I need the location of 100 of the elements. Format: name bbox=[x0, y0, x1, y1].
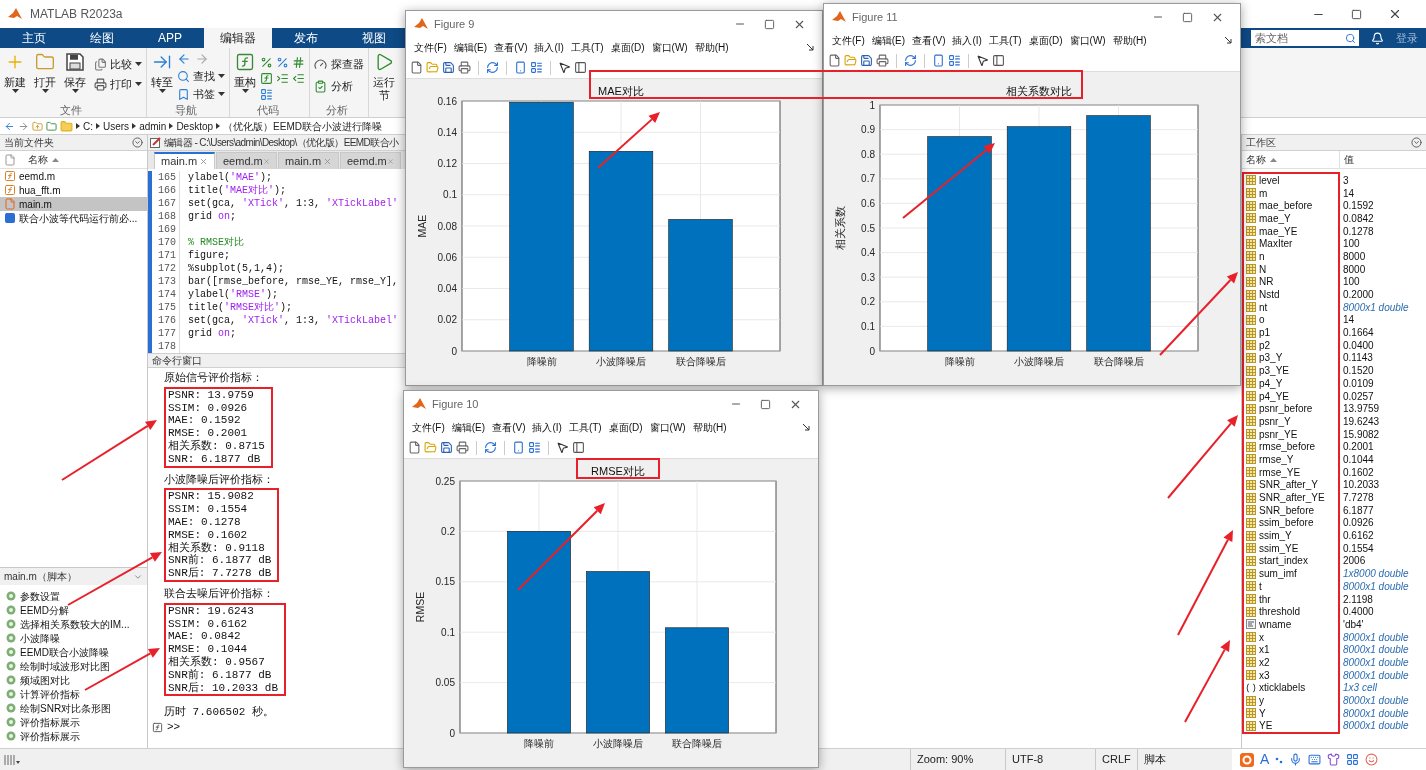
print-icon[interactable] bbox=[876, 54, 889, 67]
save-icon[interactable] bbox=[442, 61, 455, 74]
column-header[interactable]: 名称 bbox=[1242, 151, 1340, 168]
grip-icon[interactable] bbox=[4, 754, 20, 765]
section-item[interactable]: 评价指标展示 bbox=[0, 715, 147, 729]
section-item[interactable]: 评价指标展示 bbox=[0, 729, 147, 743]
editor-tab[interactable]: eemd.m bbox=[340, 152, 401, 169]
menu-item[interactable]: 查看(V) bbox=[494, 39, 528, 55]
column-header[interactable]: 值 bbox=[1340, 151, 1426, 168]
save-icon[interactable] bbox=[440, 441, 453, 454]
panel-menu-icon[interactable] bbox=[132, 137, 143, 148]
section-item[interactable]: 选择相关系数较大的IM... bbox=[0, 617, 147, 631]
browse-folder-icon[interactable] bbox=[46, 120, 57, 132]
microphone-icon[interactable] bbox=[1289, 753, 1303, 766]
variable-name[interactable]: x bbox=[1259, 629, 1264, 645]
variable-name[interactable]: xticklabels bbox=[1259, 680, 1306, 696]
section-item[interactable]: 参数设置 bbox=[0, 589, 147, 603]
path-segment[interactable]: Desktop bbox=[176, 118, 214, 134]
print-icon[interactable] bbox=[456, 441, 469, 454]
variable-name[interactable]: start_index bbox=[1259, 553, 1308, 569]
ribbon-button[interactable]: 比较 bbox=[94, 56, 142, 72]
menu-item[interactable]: 帮助(H) bbox=[1112, 32, 1147, 48]
path-segment[interactable]: C: bbox=[83, 118, 93, 134]
variable-name[interactable]: rmse_YE bbox=[1259, 464, 1301, 480]
variable-name[interactable]: level bbox=[1259, 172, 1280, 188]
section-item[interactable]: 小波降噪 bbox=[0, 631, 147, 645]
pointer-icon[interactable] bbox=[556, 441, 569, 454]
variable-name[interactable]: o bbox=[1259, 312, 1265, 328]
menu-item[interactable]: 工具(T) bbox=[988, 32, 1022, 48]
close-icon[interactable] bbox=[1388, 7, 1402, 21]
dock-arrow-icon[interactable] bbox=[803, 423, 810, 431]
shirt-icon[interactable] bbox=[1327, 753, 1341, 766]
new-file-icon[interactable] bbox=[410, 61, 423, 74]
variable-name[interactable]: NR bbox=[1259, 274, 1274, 290]
ribbon-tab[interactable]: 视图 bbox=[340, 28, 408, 48]
ribbon-button[interactable]: 打开 bbox=[30, 48, 60, 102]
ribbon-button[interactable]: 书签 bbox=[177, 86, 225, 102]
menu-item[interactable]: 帮助(H) bbox=[692, 419, 727, 435]
variable-name[interactable]: t bbox=[1259, 578, 1262, 594]
menu-item[interactable]: 桌面(D) bbox=[610, 39, 645, 55]
menu-item[interactable]: 窗口(W) bbox=[1069, 32, 1106, 48]
panel-icon[interactable] bbox=[572, 441, 585, 454]
ribbon-tab[interactable]: 绘图 bbox=[68, 28, 136, 48]
variable-name[interactable]: N bbox=[1259, 261, 1267, 277]
menu-item[interactable]: 文件(F) bbox=[414, 39, 447, 55]
menu-item[interactable]: 查看(V) bbox=[492, 419, 526, 435]
outdent-icon[interactable] bbox=[292, 72, 305, 85]
ribbon-button[interactable]: 保存 bbox=[60, 48, 90, 102]
menu-item[interactable]: 插入(I) bbox=[532, 419, 562, 435]
ribbon-tab[interactable]: 主页 bbox=[0, 28, 68, 48]
variable-name[interactable]: x3 bbox=[1259, 667, 1270, 683]
ribbon-button[interactable]: 探查器 bbox=[314, 56, 364, 72]
legend-icon[interactable] bbox=[948, 54, 961, 67]
ime-logo-icon[interactable] bbox=[1240, 752, 1254, 767]
variable-name[interactable]: m bbox=[1259, 185, 1268, 201]
editor-tab[interactable]: main.m bbox=[154, 152, 215, 169]
back-arrow-icon[interactable] bbox=[177, 52, 191, 66]
section-item[interactable]: EEMD分解 bbox=[0, 603, 147, 617]
search-button[interactable] bbox=[1341, 30, 1359, 46]
panel-icon[interactable] bbox=[574, 61, 587, 74]
ime-mode[interactable]: A bbox=[1260, 749, 1270, 770]
menu-item[interactable]: 插入(I) bbox=[952, 32, 982, 48]
maximize-icon[interactable] bbox=[764, 18, 775, 30]
keyboard-icon[interactable] bbox=[1308, 753, 1322, 766]
path-segment[interactable]: （优化版）EEMD联合小波进行降噪 bbox=[223, 118, 382, 134]
section-item[interactable]: 绘制SNR对比条形图 bbox=[0, 701, 147, 715]
menu-item[interactable]: 桌面(D) bbox=[608, 419, 643, 435]
grid-menu-icon[interactable] bbox=[1346, 753, 1360, 766]
function-browser-icon[interactable] bbox=[152, 722, 163, 733]
new-file-icon[interactable] bbox=[408, 441, 421, 454]
new-file-icon[interactable] bbox=[828, 54, 841, 67]
forward-arrow-icon[interactable] bbox=[18, 120, 29, 132]
menu-item[interactable]: 窗口(W) bbox=[651, 39, 688, 55]
variable-name[interactable]: ssim_before bbox=[1259, 515, 1314, 531]
column-header[interactable]: 名称 bbox=[20, 152, 59, 167]
maximize-icon[interactable] bbox=[1351, 8, 1362, 20]
maximize-icon[interactable] bbox=[1182, 11, 1193, 23]
legend-icon[interactable] bbox=[530, 61, 543, 74]
ribbon-tab[interactable]: APP bbox=[136, 28, 204, 48]
menu-item[interactable]: 文件(F) bbox=[412, 419, 445, 435]
menu-item[interactable]: 工具(T) bbox=[570, 39, 604, 55]
menu-item[interactable]: 窗口(W) bbox=[649, 419, 686, 435]
menu-item[interactable]: 帮助(H) bbox=[694, 39, 729, 55]
ribbon-button[interactable]: 打印 bbox=[94, 76, 142, 92]
variable-name[interactable]: mae_YE bbox=[1259, 223, 1298, 239]
section-item[interactable]: 绘制时域波形对比图 bbox=[0, 659, 147, 673]
ribbon-tab[interactable]: 编辑器 bbox=[204, 28, 272, 48]
panel-icon[interactable] bbox=[992, 54, 1005, 67]
section-item[interactable]: EEMD联合小波降噪 bbox=[0, 645, 147, 659]
legend-icon[interactable] bbox=[528, 441, 541, 454]
comment-icon[interactable] bbox=[260, 56, 273, 69]
uncomment-icon[interactable] bbox=[276, 56, 289, 69]
ribbon-button[interactable]: 分析 bbox=[314, 78, 364, 94]
ribbon-button[interactable]: 运行节 bbox=[369, 48, 399, 102]
ribbon-button[interactable]: 转至 bbox=[147, 48, 177, 102]
path-segment[interactable]: Users bbox=[103, 118, 130, 134]
section-item[interactable]: 计算评价指标 bbox=[0, 687, 147, 701]
search-field[interactable]: 索文档 bbox=[1251, 30, 1341, 46]
file-row[interactable]: main.m bbox=[0, 197, 147, 211]
menu-item[interactable]: 文件(F) bbox=[832, 32, 865, 48]
